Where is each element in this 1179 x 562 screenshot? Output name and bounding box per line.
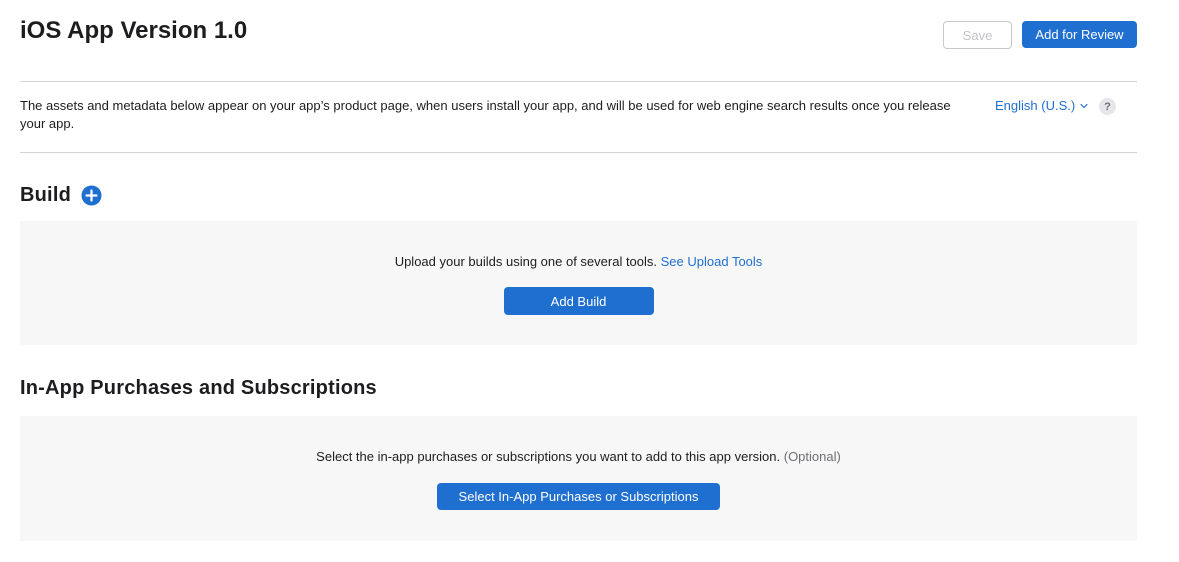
- save-button[interactable]: Save: [943, 21, 1012, 49]
- language-selector[interactable]: English (U.S.): [995, 98, 1089, 113]
- build-upload-message: Upload your builds using one of several …: [395, 254, 763, 270]
- iap-section-header: In-App Purchases and Subscriptions: [20, 376, 377, 400]
- build-section-header: Build: [20, 183, 102, 207]
- iap-select-text: Select the in-app purchases or subscript…: [316, 449, 781, 464]
- build-upload-text: Upload your builds using one of several …: [394, 254, 658, 269]
- header-actions: Save Add for Review: [943, 21, 1137, 49]
- optional-label: (Optional): [783, 449, 841, 464]
- iap-select-message: Select the in-app purchases or subscript…: [316, 449, 841, 465]
- build-section-title: Build: [20, 184, 71, 206]
- select-iap-button[interactable]: Select In-App Purchases or Subscriptions: [437, 483, 720, 510]
- app-version-page: iOS App Version 1.0 Save Add for Review …: [20, 0, 1137, 541]
- chevron-down-icon: [1079, 101, 1089, 111]
- metadata-description: The assets and metadata below appear on …: [20, 98, 951, 131]
- build-panel: Upload your builds using one of several …: [20, 221, 1137, 345]
- page-header: iOS App Version 1.0 Save Add for Review: [20, 0, 1137, 82]
- language-selector-label: English (U.S.): [995, 98, 1076, 113]
- see-upload-tools-link[interactable]: See Upload Tools: [661, 254, 763, 269]
- add-build-button[interactable]: Add Build: [503, 287, 654, 315]
- iap-panel: Select the in-app purchases or subscript…: [20, 416, 1137, 541]
- iap-section-title: In-App Purchases and Subscriptions: [20, 377, 377, 399]
- plus-circle-icon[interactable]: [81, 185, 102, 206]
- page-title: iOS App Version 1.0: [20, 17, 248, 44]
- question-mark-icon[interactable]: ?: [1099, 98, 1116, 115]
- add-for-review-button[interactable]: Add for Review: [1022, 21, 1137, 48]
- metadata-info-row: The assets and metadata below appear on …: [20, 82, 1137, 153]
